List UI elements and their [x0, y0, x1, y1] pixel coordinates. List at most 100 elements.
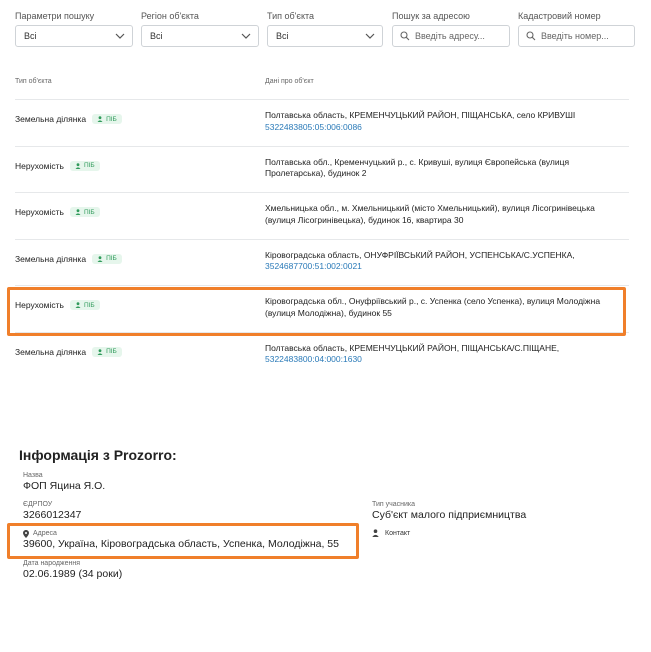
badge-label: ПІБ — [83, 162, 95, 169]
table-row[interactable]: Земельна ділянка ПІБ Кіровоградська облас… — [15, 240, 629, 286]
filter-label-object-type: Тип об'єкта — [267, 11, 315, 21]
field-name: Назва ФОП Яцина Я.О. — [23, 471, 105, 493]
contact-link[interactable]: Контакт — [372, 529, 410, 537]
cadastral-search-input[interactable]: Введіть номер... — [518, 25, 635, 47]
region-select[interactable]: Всі — [141, 25, 259, 47]
row-type-cell: Земельна ділянка ПІБ — [15, 253, 122, 264]
object-info: Хмельницька обл., м. Хмельницький (місто… — [265, 203, 625, 226]
object-type: Нерухомість — [15, 300, 64, 310]
cadastral-placeholder: Введіть номер... — [541, 31, 609, 41]
table-row[interactable]: Земельна ділянка ПІБ Полтавська область, … — [15, 333, 629, 380]
cadastral-link[interactable]: 5322483800:04:000:1630 — [265, 354, 625, 366]
user-icon — [97, 255, 103, 262]
prozorro-title: Інформація з Prozorro: — [19, 447, 177, 463]
pib-badge[interactable]: ПІБ — [92, 253, 122, 264]
object-type: Земельна ділянка — [15, 346, 87, 357]
header-info: Дані про об'єкт — [265, 78, 314, 85]
field-participant-type: Тип учасника Суб'єкт малого підприємницт… — [372, 500, 526, 522]
address-search-input[interactable]: Введіть адресу... — [392, 25, 510, 47]
object-address: Полтавська область, КРЕМЕНЧУЦЬКИЙ РАЙОН,… — [265, 110, 576, 120]
table-row[interactable]: Земельна ділянка ПІБ Полтавська область, … — [15, 100, 629, 147]
object-info: Полтавська обл., Кременчуцький р., с. Кр… — [265, 157, 625, 180]
table-row-highlighted[interactable]: Нерухомість ПІБ Кіровоградська обл., Онуф… — [15, 286, 629, 333]
user-icon — [97, 116, 103, 122]
object-address-cont: (вулиця Лісогринівецька), будинок 16, кв… — [265, 214, 464, 225]
filter-label-region: Регіон об'єкта — [141, 11, 199, 21]
search-icon — [526, 31, 536, 41]
object-info: Кіровоградська обл., Онуфріївський р., с… — [265, 296, 625, 319]
row-type-cell: Земельна ділянка ПІБ — [15, 114, 122, 124]
field-edrpou: ЄДРПОУ 3266012347 — [23, 500, 81, 522]
user-icon — [372, 529, 379, 537]
row-type-cell: Нерухомість ПІБ — [15, 160, 100, 171]
filter-address: Пошук за адресою Введіть адресу... — [392, 10, 510, 47]
badge-label: ПІБ — [83, 301, 95, 309]
filter-object-type: Тип об'єкта Всі — [267, 10, 383, 47]
chevron-down-icon — [115, 33, 125, 39]
filter-region: Регіон об'єкта Всі — [141, 10, 259, 47]
address-placeholder: Введіть адресу... — [415, 31, 485, 41]
object-type: Нерухомість — [15, 160, 64, 171]
badge-label: ПІБ — [106, 255, 117, 262]
pib-badge[interactable]: ПІБ — [69, 300, 100, 310]
object-info: Полтавська область, КРЕМЕНЧУЦЬКИЙ РАЙОН,… — [265, 343, 625, 366]
address-label-row: Адреса — [23, 529, 339, 538]
birth-value: 02.06.1989 (34 роки) — [23, 568, 123, 580]
location-pin-icon — [23, 529, 29, 538]
cadastral-link[interactable]: 5322483805:05:006:0086 — [265, 122, 625, 134]
filter-bar: Параметри пошуку Всі Регіон об'єкта Всі … — [15, 10, 635, 50]
object-address: Кіровоградська область, ОНУФРІЇВСЬКИЙ РА… — [265, 249, 575, 260]
select-value: Всі — [24, 31, 37, 41]
name-value: ФОП Яцина Я.О. — [23, 480, 106, 492]
name-label: Назва — [23, 472, 43, 479]
user-icon — [97, 348, 103, 355]
select-value: Всі — [276, 31, 289, 41]
edrpou-value: 3266012347 — [23, 509, 82, 521]
object-address: Полтавська обл., Кременчуцький р., с. Кр… — [265, 156, 570, 167]
object-address: Хмельницька обл., м. Хмельницький (місто… — [265, 203, 595, 213]
user-icon — [75, 162, 81, 169]
pib-badge[interactable]: ПІБ — [92, 114, 122, 124]
object-type-select[interactable]: Всі — [267, 25, 383, 47]
user-icon — [75, 209, 81, 215]
table-row[interactable]: Нерухомість ПІБ Хмельницька обл., м. Хмел… — [15, 193, 629, 240]
field-birth-date: Дата народження 02.06.1989 (34 роки) — [23, 559, 122, 581]
object-type: Земельна ділянка — [15, 114, 87, 124]
address-label: Адреса — [33, 530, 57, 537]
pib-badge[interactable]: ПІБ — [92, 346, 122, 357]
participant-type-label: Тип учасника — [372, 501, 416, 508]
filter-label-cadastral: Кадастровий номер — [518, 11, 601, 21]
objects-table: Тип об'єкта Дані про об'єкт Земельна діл… — [15, 72, 629, 379]
table-header: Тип об'єкта Дані про об'єкт — [15, 72, 629, 100]
filter-label-address: Пошук за адресою — [392, 11, 470, 21]
object-type: Земельна ділянка — [15, 253, 87, 264]
filter-search-params: Параметри пошуку Всі — [15, 10, 133, 47]
row-type-cell: Нерухомість ПІБ — [15, 207, 100, 217]
header-type: Тип об'єкта — [15, 78, 52, 85]
pib-badge[interactable]: ПІБ — [69, 207, 100, 217]
participant-type-value: Суб'єкт малого підприємництва — [372, 509, 527, 521]
row-type-cell: Нерухомість ПІБ — [15, 300, 100, 310]
birth-label: Дата народження — [23, 560, 81, 567]
edrpou-label: ЄДРПОУ — [23, 501, 53, 508]
filter-cadastral: Кадастровий номер Введіть номер... — [518, 10, 635, 47]
search-icon — [400, 31, 410, 41]
object-info: Кіровоградська область, ОНУФРІЇВСЬКИЙ РА… — [265, 250, 625, 273]
search-params-select[interactable]: Всі — [15, 25, 133, 47]
object-address: Полтавська область, КРЕМЕНЧУЦЬКИЙ РАЙОН,… — [265, 342, 560, 353]
select-value: Всі — [150, 31, 163, 41]
object-address-cont: (вулиця Молодіжна), будинок 55 — [265, 307, 392, 318]
contact-label: Контакт — [385, 529, 411, 537]
row-type-cell: Земельна ділянка ПІБ — [15, 346, 122, 357]
table-row[interactable]: Нерухомість ПІБ Полтавська обл., Кременчу… — [15, 147, 629, 193]
pib-badge[interactable]: ПІБ — [69, 160, 100, 171]
badge-label: ПІБ — [106, 115, 117, 123]
chevron-down-icon — [241, 33, 251, 39]
cadastral-link[interactable]: 3524687700:51:002:0021 — [265, 261, 625, 273]
user-icon — [75, 302, 81, 308]
badge-label: ПІБ — [83, 208, 95, 216]
address-value: 39600, Україна, Кіровоградська область, … — [23, 538, 339, 550]
object-address: Кіровоградська обл., Онуфріївський р., с… — [265, 296, 601, 306]
object-info: Полтавська область, КРЕМЕНЧУЦЬКИЙ РАЙОН,… — [265, 110, 625, 133]
prozorro-section: Інформація з Prozorro: Назва ФОП Яцина Я… — [19, 447, 619, 580]
